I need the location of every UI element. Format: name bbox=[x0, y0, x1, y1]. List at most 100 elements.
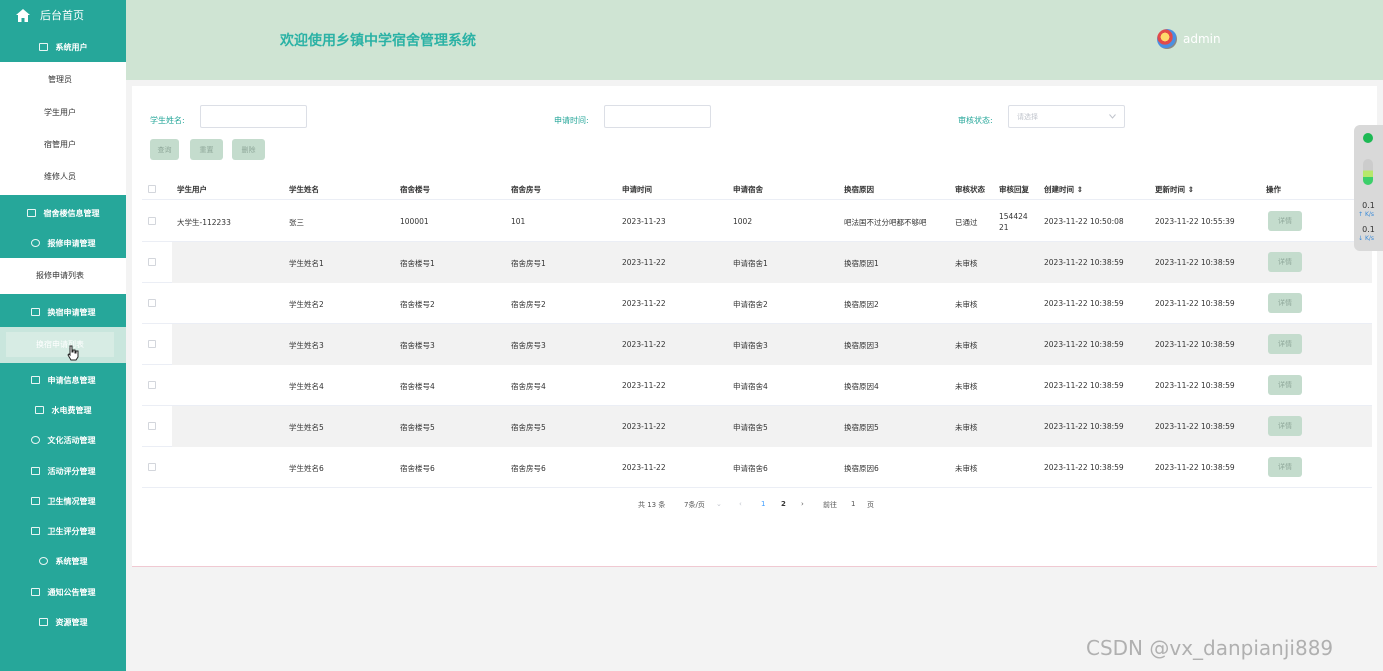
cell-building: 宿舍楼号2 bbox=[400, 300, 435, 309]
cell-reason: 换宿原因2 bbox=[844, 300, 879, 309]
col-building: 宿舍楼号 bbox=[400, 185, 430, 194]
sidebar-item-notice[interactable]: 通知公告管理 bbox=[0, 577, 126, 607]
sidebar-item-dorm-manager-users[interactable]: 宿管用户 bbox=[6, 132, 114, 157]
hand-cursor-icon bbox=[67, 345, 79, 361]
cell-building: 100001 bbox=[400, 217, 429, 226]
sidebar-item-repair-apply[interactable]: 报修申请管理 bbox=[0, 228, 126, 258]
row-checkbox[interactable] bbox=[148, 422, 156, 430]
sidebar-item-system-manage[interactable]: 系统管理 bbox=[0, 546, 126, 576]
edit-icon bbox=[30, 588, 40, 596]
cell-apply-time: 2023-11-22 bbox=[622, 340, 666, 349]
cell-status: 未审核 bbox=[955, 300, 978, 309]
sidebar-item-resources[interactable]: 资源管理 bbox=[0, 607, 126, 637]
cell-room: 宿舍房号2 bbox=[511, 300, 546, 309]
sidebar-item-change-dorm[interactable]: 换宿申请管理 bbox=[0, 297, 126, 327]
sidebar-sub-label: 宿管用户 bbox=[44, 140, 76, 149]
sidebar-home-item[interactable]: 后台首页 bbox=[0, 0, 126, 30]
row-checkbox[interactable] bbox=[148, 217, 156, 225]
cell-name: 学生姓名4 bbox=[289, 382, 324, 391]
cell-room: 宿舍房号1 bbox=[511, 259, 546, 268]
detail-button[interactable]: 详情 bbox=[1268, 375, 1302, 395]
sort-icon: ⇕ bbox=[1076, 185, 1083, 194]
home-icon bbox=[16, 8, 30, 22]
sidebar-item-system-users[interactable]: 系统用户 bbox=[0, 32, 126, 62]
cell-room: 宿舍房号3 bbox=[511, 341, 546, 350]
cell-updated: 2023-11-22 10:38:59 bbox=[1155, 340, 1235, 349]
detail-button[interactable]: 详情 bbox=[1268, 416, 1302, 436]
usage-bar bbox=[1363, 159, 1373, 185]
page-2-button[interactable]: 2 bbox=[781, 500, 786, 508]
download-speed: 0.1 bbox=[1362, 225, 1375, 234]
row-checkbox[interactable] bbox=[148, 340, 156, 348]
cell-apply-time: 2023-11-22 bbox=[622, 258, 666, 267]
detail-button[interactable]: 详情 bbox=[1268, 293, 1302, 313]
globe-icon bbox=[38, 557, 48, 565]
sidebar-item-admin[interactable]: 管理员 bbox=[6, 67, 114, 92]
detail-button[interactable]: 详情 bbox=[1268, 211, 1302, 231]
student-name-input[interactable] bbox=[200, 105, 307, 128]
square-icon bbox=[38, 618, 48, 626]
col-updated-label: 更新时间 bbox=[1155, 185, 1185, 194]
col-apply-dorm: 申请宿舍 bbox=[733, 185, 763, 194]
cell-name: 学生姓名2 bbox=[289, 300, 324, 309]
cell-status: 未审核 bbox=[955, 464, 978, 473]
user-menu[interactable]: admin bbox=[1157, 29, 1221, 49]
row-checkbox[interactable] bbox=[148, 381, 156, 389]
col-created[interactable]: 创建时间 ⇕ bbox=[1044, 184, 1083, 195]
query-button-label: 查询 bbox=[157, 145, 172, 154]
status-select[interactable]: 请选择 bbox=[1008, 105, 1125, 128]
page-1-button[interactable]: 1 bbox=[761, 500, 765, 508]
square-icon bbox=[26, 209, 36, 217]
upload-unit: ↑ K/s bbox=[1358, 211, 1375, 218]
delete-button-label: 删除 bbox=[241, 145, 256, 154]
sidebar-item-hygiene-status[interactable]: 卫生情况管理 bbox=[0, 486, 126, 516]
col-updated[interactable]: 更新时间 ⇕ bbox=[1155, 184, 1194, 195]
sidebar-item-utility-fee[interactable]: 水电费管理 bbox=[0, 395, 126, 425]
row-checkbox[interactable] bbox=[148, 258, 156, 266]
row-checkbox[interactable] bbox=[148, 463, 156, 471]
detail-button[interactable]: 详情 bbox=[1268, 252, 1302, 272]
status-label: 审核状态: bbox=[958, 116, 993, 125]
prev-page-icon[interactable]: ‹ bbox=[739, 500, 742, 508]
page-size-select[interactable]: 7条/页 bbox=[684, 500, 705, 510]
cell-apply-time: 2023-11-22 bbox=[622, 422, 666, 431]
sidebar-item-student-users[interactable]: 学生用户 bbox=[6, 100, 114, 125]
detail-button[interactable]: 详情 bbox=[1268, 457, 1302, 477]
apply-time-input[interactable] bbox=[604, 105, 711, 128]
detail-button[interactable]: 详情 bbox=[1268, 334, 1302, 354]
sidebar-item-dorm-building[interactable]: 宿舍楼信息管理 bbox=[0, 198, 126, 228]
sidebar-item-culture-activity[interactable]: 文化活动管理 bbox=[0, 425, 126, 455]
cell-name: 学生姓名5 bbox=[289, 423, 324, 432]
cell-created: 2023-11-22 10:38:59 bbox=[1044, 381, 1124, 390]
sidebar-item-apply-info[interactable]: 申请信息管理 bbox=[0, 365, 126, 395]
username: admin bbox=[1183, 32, 1221, 46]
goto-page-input[interactable]: 1 bbox=[851, 500, 855, 508]
edit-icon bbox=[34, 406, 44, 414]
reset-button-label: 重置 bbox=[199, 145, 214, 154]
status-select-placeholder: 请选择 bbox=[1017, 112, 1038, 121]
sidebar-item-change-list[interactable]: 换宿申请列表 bbox=[6, 332, 114, 357]
sidebar-sub-label: 管理员 bbox=[48, 75, 72, 84]
cell-room: 101 bbox=[511, 217, 526, 226]
sidebar-sub-label: 学生用户 bbox=[44, 108, 76, 117]
globe-icon bbox=[30, 436, 40, 444]
select-all-checkbox[interactable] bbox=[148, 185, 156, 193]
delete-button[interactable]: 删除 bbox=[232, 139, 265, 160]
sidebar-item-repair-list[interactable]: 报修申请列表 bbox=[6, 263, 114, 288]
row-checkbox[interactable] bbox=[148, 299, 156, 307]
table-row: 学生姓名1 宿舍楼号1 宿舍房号1 2023-11-22 申请宿舍1 换宿原因1… bbox=[142, 242, 1372, 283]
sidebar-item-label: 卫生评分管理 bbox=[47, 526, 96, 536]
query-button[interactable]: 查询 bbox=[150, 139, 179, 160]
sidebar-item-activity-score[interactable]: 活动评分管理 bbox=[0, 456, 126, 486]
sidebar-item-repair-staff[interactable]: 维修人员 bbox=[6, 164, 114, 189]
sidebar-item-label: 通知公告管理 bbox=[47, 587, 96, 597]
cell-apply-time: 2023-11-23 bbox=[622, 217, 666, 226]
sidebar-item-hygiene-score[interactable]: 卫生评分管理 bbox=[0, 516, 126, 546]
reset-button[interactable]: 重置 bbox=[190, 139, 223, 160]
next-page-icon[interactable]: › bbox=[801, 500, 804, 508]
network-speed-widget[interactable]: 0.1 ↑ K/s 0.1 ↓ K/s bbox=[1354, 125, 1383, 251]
cell-created: 2023-11-22 10:38:59 bbox=[1044, 463, 1124, 472]
square-icon bbox=[30, 497, 40, 505]
edit-icon bbox=[30, 527, 40, 535]
detail-button-label: 详情 bbox=[1278, 422, 1292, 430]
